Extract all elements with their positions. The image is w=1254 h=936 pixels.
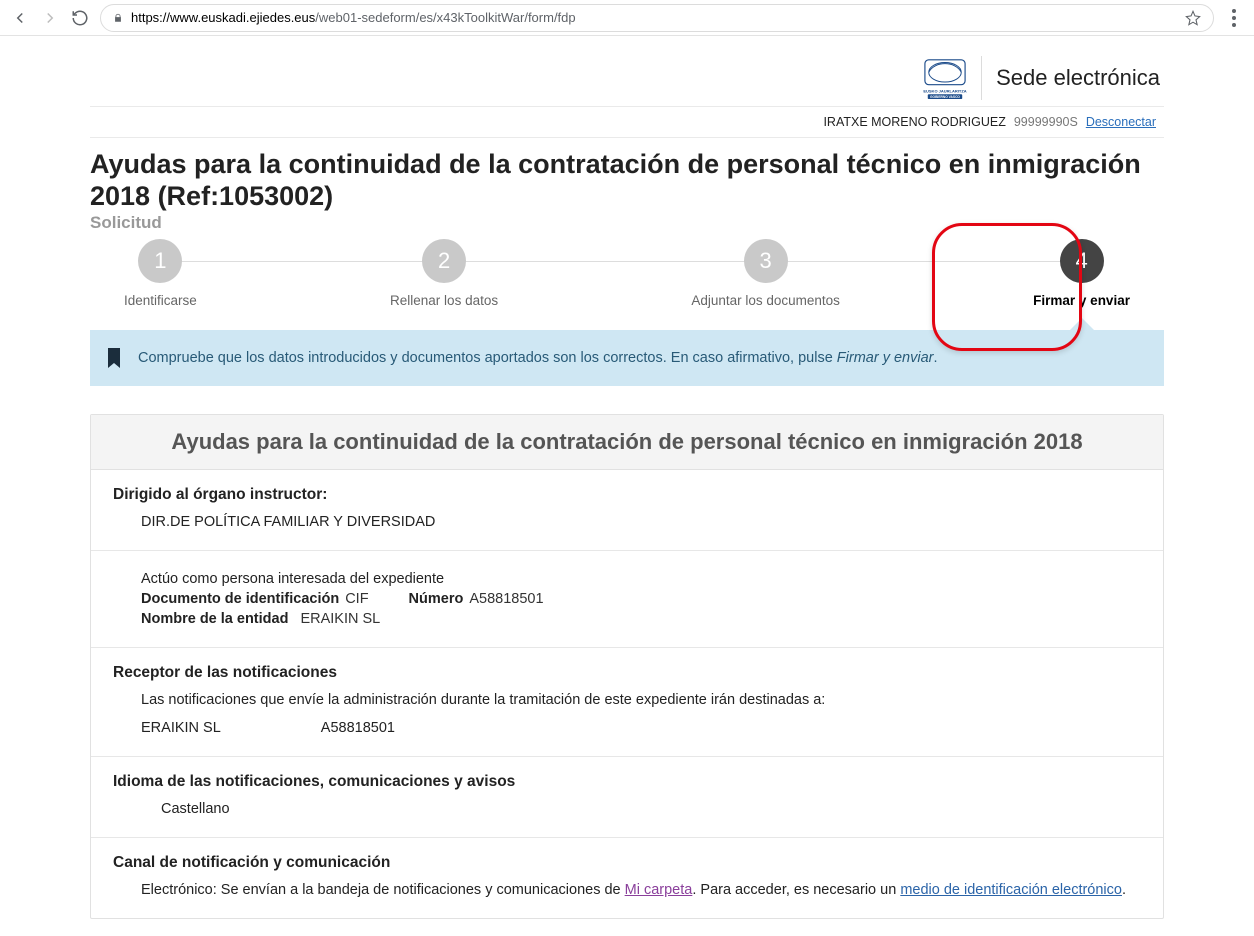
mi-carpeta-link[interactable]: Mi carpeta (625, 882, 693, 898)
browser-chrome: https://www.euskadi.ejiedes.eus/web01-se… (0, 0, 1254, 36)
doc-id-type: CIF (345, 591, 368, 607)
vertical-dots-icon (1232, 9, 1236, 27)
logout-link[interactable]: Desconectar (1086, 115, 1156, 129)
banner-text: Compruebe que los datos introducidos y d… (138, 350, 938, 366)
step-2-circle: 2 (422, 239, 466, 283)
bookmark-star-icon[interactable] (1185, 10, 1201, 26)
lock-icon (113, 11, 123, 25)
arrow-left-icon (11, 9, 29, 27)
step-4-label: Firmar y enviar (1033, 293, 1130, 308)
back-button[interactable] (10, 8, 30, 28)
section-interesado: Actúo como persona interesada del expedi… (91, 551, 1163, 648)
doc-num-value: A58818501 (469, 591, 543, 607)
idioma-title: Idioma de las notificaciones, comunicaci… (113, 773, 1141, 791)
summary-panel: Ayudas para la continuidad de la contrat… (90, 414, 1164, 919)
section-dirigido: Dirigido al órgano instructor: DIR.DE PO… (91, 470, 1163, 551)
info-banner: Compruebe que los datos introducidos y d… (90, 330, 1164, 386)
dirigido-title: Dirigido al órgano instructor: (113, 486, 1141, 504)
active-step-caret-icon (1068, 318, 1096, 332)
header-divider (981, 56, 982, 100)
dirigido-value: DIR.DE POLÍTICA FAMILIAR Y DIVERSIDAD (113, 514, 1141, 530)
step-3[interactable]: 3 Adjuntar los documentos (691, 239, 840, 308)
forward-button[interactable] (40, 8, 60, 28)
reload-icon (71, 9, 89, 27)
receptor-title: Receptor de las notificaciones (113, 664, 1141, 682)
step-3-circle: 3 (744, 239, 788, 283)
user-bar: IRATXE MORENO RODRIGUEZ 99999990S Descon… (90, 107, 1164, 138)
idioma-value: Castellano (113, 801, 1141, 817)
svg-text:EUSKO JAURLARITZA: EUSKO JAURLARITZA (923, 88, 966, 93)
stepper-container: 1 Identificarse 2 Rellenar los datos 3 A… (90, 239, 1164, 308)
step-4[interactable]: 4 Firmar y enviar (1033, 239, 1130, 308)
section-idioma: Idioma de las notificaciones, comunicaci… (91, 757, 1163, 838)
doc-num-field: Número A58818501 (409, 591, 544, 607)
page-subtitle: Solicitud (90, 213, 1164, 233)
site-name: Sede electrónica (996, 65, 1160, 91)
section-receptor: Receptor de las notificaciones Las notif… (91, 648, 1163, 757)
user-id: 99999990S (1014, 115, 1078, 129)
doc-id-label: Documento de identificación (141, 591, 339, 607)
entidad-label: Nombre de la entidad (141, 611, 288, 627)
interesado-role: Actúo como persona interesada del expedi… (141, 571, 1141, 587)
step-3-label: Adjuntar los documentos (691, 293, 840, 308)
canal-title: Canal de notificación y comunicación (113, 854, 1141, 872)
entidad-field: Nombre de la entidad ERAIKIN SL (141, 611, 380, 627)
user-name: IRATXE MORENO RODRIGUEZ (823, 115, 1005, 129)
receptor-desc: Las notificaciones que envíe la administ… (141, 692, 1141, 708)
section-canal: Canal de notificación y comunicación Ele… (91, 838, 1163, 918)
stepper: 1 Identificarse 2 Rellenar los datos 3 A… (90, 239, 1164, 308)
receptor-name: ERAIKIN SL (141, 720, 221, 736)
reload-button[interactable] (70, 8, 90, 28)
svg-text:GOBIERNO VASCO: GOBIERNO VASCO (930, 95, 960, 99)
step-1-label: Identificarse (124, 293, 197, 308)
page-title: Ayudas para la continuidad de la contrat… (90, 138, 1164, 213)
chrome-menu-button[interactable] (1224, 8, 1244, 28)
panel-header: Ayudas para la continuidad de la contrat… (91, 415, 1163, 470)
doc-id-field: Documento de identificación CIF (141, 591, 369, 607)
step-2[interactable]: 2 Rellenar los datos (390, 239, 498, 308)
step-4-circle: 4 (1060, 239, 1104, 283)
medio-identificacion-link[interactable]: medio de identificación electrónico (900, 882, 1122, 898)
receptor-id: A58818501 (321, 720, 395, 736)
url-bar[interactable]: https://www.euskadi.ejiedes.eus/web01-se… (100, 4, 1214, 32)
step-2-label: Rellenar los datos (390, 293, 498, 308)
site-header: EUSKO JAURLARITZA GOBIERNO VASCO Sede el… (90, 36, 1164, 107)
bookmark-icon (106, 348, 122, 368)
arrow-right-icon (41, 9, 59, 27)
step-1[interactable]: 1 Identificarse (124, 239, 197, 308)
doc-num-label: Número (409, 591, 464, 607)
canal-text: Electrónico: Se envían a la bandeja de n… (113, 882, 1141, 898)
entidad-value: ERAIKIN SL (300, 611, 380, 627)
url-text: https://www.euskadi.ejiedes.eus/web01-se… (131, 10, 576, 25)
step-1-circle: 1 (138, 239, 182, 283)
euskadi-logo: EUSKO JAURLARITZA GOBIERNO VASCO (923, 56, 967, 100)
